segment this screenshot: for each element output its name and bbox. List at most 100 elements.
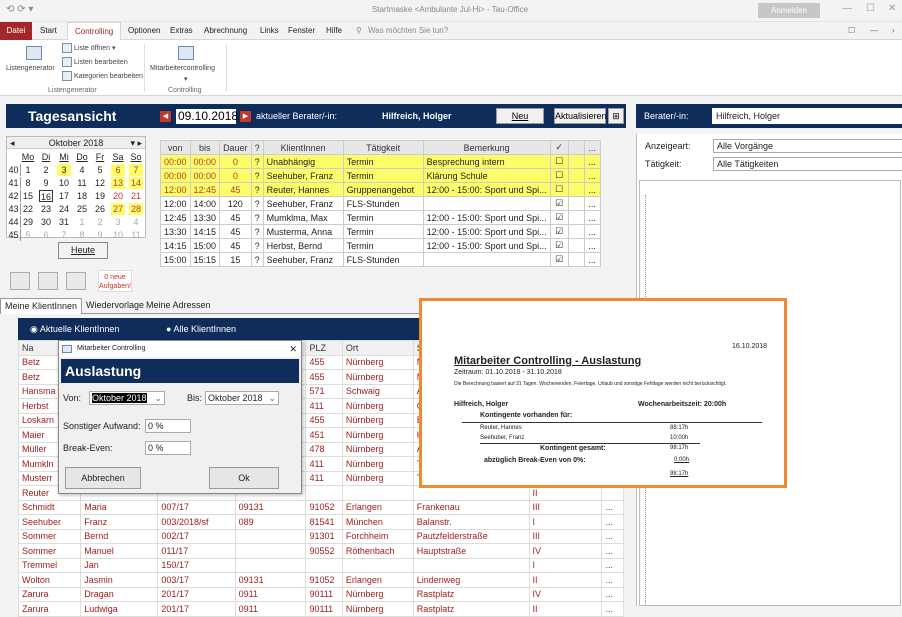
tell-me-search[interactable]: Was möchten Sie tun?	[368, 26, 448, 35]
calendar-icon[interactable]	[10, 272, 30, 290]
prev-month-icon[interactable]: ◂	[10, 137, 15, 149]
ok-button[interactable]: Ok	[209, 467, 279, 489]
more-button[interactable]: ...	[583, 196, 601, 211]
tab-meine-adressen[interactable]: Meine Adressen	[146, 300, 211, 310]
liste-oeffnen-button[interactable]: Liste öffnen ▾	[62, 43, 116, 53]
break-even-input[interactable]: 0 %	[145, 441, 191, 455]
radio-alle[interactable]: ● Alle KlientInnen	[166, 324, 236, 334]
menu-start[interactable]: Start	[40, 26, 57, 35]
calendar-day[interactable]: 4	[129, 216, 143, 228]
calendar-day[interactable]: 4	[75, 164, 89, 176]
calendar-day[interactable]: 24	[57, 203, 71, 215]
listen-bearbeiten-button[interactable]: Listen bearbeiten	[62, 57, 128, 67]
radio-aktuelle[interactable]: ◉ Aktuelle KlientInnen	[30, 324, 119, 335]
calendar-day[interactable]: 17	[57, 190, 71, 202]
calendar-day[interactable]: 3	[111, 216, 125, 228]
schedule-col-header[interactable]: von	[160, 140, 191, 155]
calendar-day[interactable]: 11	[129, 229, 143, 241]
attachment-cell[interactable]	[567, 168, 585, 183]
tab-wiedervorlage[interactable]: Wiedervorlage	[86, 300, 144, 310]
ribbon-options-icon[interactable]: ☐	[848, 26, 855, 35]
calendar-day[interactable]: 7	[129, 164, 143, 176]
schedule-col-header[interactable]: ✓	[549, 140, 569, 155]
menu-abrechnung[interactable]: Abrechnung	[204, 26, 247, 35]
schedule-col-header[interactable]: Bemerkung	[422, 140, 551, 155]
menu-optionen[interactable]: Optionen	[128, 26, 160, 35]
date-field[interactable]: 09.10.2018	[176, 109, 238, 124]
menu-links[interactable]: Links	[260, 26, 279, 35]
next-month-icon[interactable]: ▾ ▸	[130, 137, 142, 149]
schedule-col-header[interactable]: ...	[583, 140, 601, 155]
attachment-cell[interactable]	[567, 210, 585, 225]
quick-access-toolbar[interactable]: ⟲ ⟳ ▾	[6, 4, 33, 15]
sonstiger-aufwand-input[interactable]: 0 %	[145, 419, 191, 433]
calendar-day[interactable]: 28	[129, 203, 143, 215]
mitarbeitercontrolling-button[interactable]: Mitarbeitercontrolling	[150, 65, 215, 72]
calendar-day[interactable]: 10	[57, 177, 71, 189]
menu-controlling[interactable]: Controlling	[67, 22, 122, 41]
schedule-row[interactable]: 13:30 14:15 45? Musterma, Anna Termin 12:00 -…	[160, 224, 601, 239]
calendar-day[interactable]: 22	[21, 203, 35, 215]
calendar-day[interactable]: 30	[39, 216, 53, 228]
calendar-day[interactable]: 1	[21, 164, 35, 176]
close-icon[interactable]: ✕	[888, 3, 896, 14]
calendar-day[interactable]: 18	[75, 190, 89, 202]
attachment-cell[interactable]	[567, 224, 585, 239]
aktualisieren-button[interactable]: Aktualisieren	[554, 108, 607, 124]
prev-day-button[interactable]: ◀	[160, 111, 171, 122]
attachment-cell[interactable]	[567, 238, 585, 253]
attachment-cell[interactable]	[567, 154, 585, 169]
calendar-day[interactable]: 8	[75, 229, 89, 241]
bis-select[interactable]: Oktober 2018 ⌄	[205, 391, 279, 405]
calendar-day[interactable]: 25	[75, 203, 89, 215]
calendar-day[interactable]: 16	[39, 190, 53, 202]
calendar-day[interactable]: 27	[111, 203, 125, 215]
client-row[interactable]: Seehuber Franz 003/2018/sf 089 81541 München B…	[17, 514, 624, 530]
attachment-cell[interactable]	[567, 196, 585, 211]
attachment-cell[interactable]	[567, 182, 585, 197]
ribbon-minimize-icon[interactable]: —	[870, 26, 878, 35]
neue-aufgaben-badge[interactable]: 0 neue Aufgaben!	[98, 270, 132, 292]
more-button[interactable]: ...	[583, 154, 601, 169]
client-row[interactable]: Wolton Jasmin 003/17 09131 91052 Erlangen Lind…	[17, 572, 624, 588]
more-button[interactable]: ...	[583, 210, 601, 225]
schedule-col-header[interactable]	[567, 140, 585, 155]
calendar-day[interactable]: 10	[111, 229, 125, 241]
calendar-day[interactable]: 2	[39, 164, 53, 176]
berater-select[interactable]: Hilfreich, Holger	[712, 108, 902, 124]
more-button[interactable]: ...	[583, 252, 601, 267]
calendar-day[interactable]: 23	[39, 203, 53, 215]
calendar-day[interactable]: 11	[75, 177, 89, 189]
search-icon[interactable]: ⚲	[356, 26, 362, 35]
schedule-col-header[interactable]: KlientInnen	[262, 140, 344, 155]
more-button[interactable]: ...	[583, 224, 601, 239]
menu-extras[interactable]: Extras	[170, 26, 193, 35]
neu-button[interactable]: Neu	[496, 108, 544, 124]
calendar-day[interactable]: 9	[93, 229, 107, 241]
calendar-day[interactable]: 3	[57, 164, 71, 176]
calendar-day[interactable]: 19	[93, 190, 107, 202]
ribbon-collapse-icon[interactable]: ›	[892, 26, 895, 35]
client-row[interactable]: Sommer Bernd 002/17 91301 Forchheim Pautzfeld…	[17, 528, 624, 544]
attachment-cell[interactable]	[567, 252, 585, 267]
client-row[interactable]: Tremmel Jan 150/17 I...	[17, 557, 624, 573]
schedule-row[interactable]: 00:00 00:00 0? Seehuber, Franz Termin Klärung…	[160, 168, 601, 183]
calendar-day[interactable]: 29	[21, 216, 35, 228]
more-button[interactable]: ...	[583, 168, 601, 183]
calendar-day[interactable]: 9	[39, 177, 53, 189]
calendar-day[interactable]: 26	[93, 203, 107, 215]
calendar-day[interactable]: 1	[75, 216, 89, 228]
calendar-day[interactable]: 31	[57, 216, 71, 228]
client-col-header[interactable]: PLZ	[305, 340, 343, 356]
anmelden-button[interactable]: Anmelden	[758, 3, 820, 18]
calendar-day[interactable]: 20	[111, 190, 125, 202]
schedule-col-header[interactable]: bis	[189, 140, 221, 155]
schedule-col-header[interactable]: Tätigkeit	[342, 140, 424, 155]
dialog-close-icon[interactable]: ✕	[289, 341, 297, 357]
listengenerator-button[interactable]: Listengenerator	[6, 65, 55, 72]
anzeigeart-select[interactable]: Alle Vorgänge	[713, 139, 902, 153]
more-button[interactable]: ...	[583, 182, 601, 197]
client-row[interactable]: Zarura Ludwiga 201/17 0911 90111 Nürnberg Rast…	[17, 601, 624, 617]
schedule-row[interactable]: 12:00 14:00 120? Seehuber, Franz FLS-Stunden…	[160, 196, 601, 211]
client-row[interactable]: Schmidt Maria 007/17 09131 91052 Erlangen Fran…	[17, 499, 624, 515]
